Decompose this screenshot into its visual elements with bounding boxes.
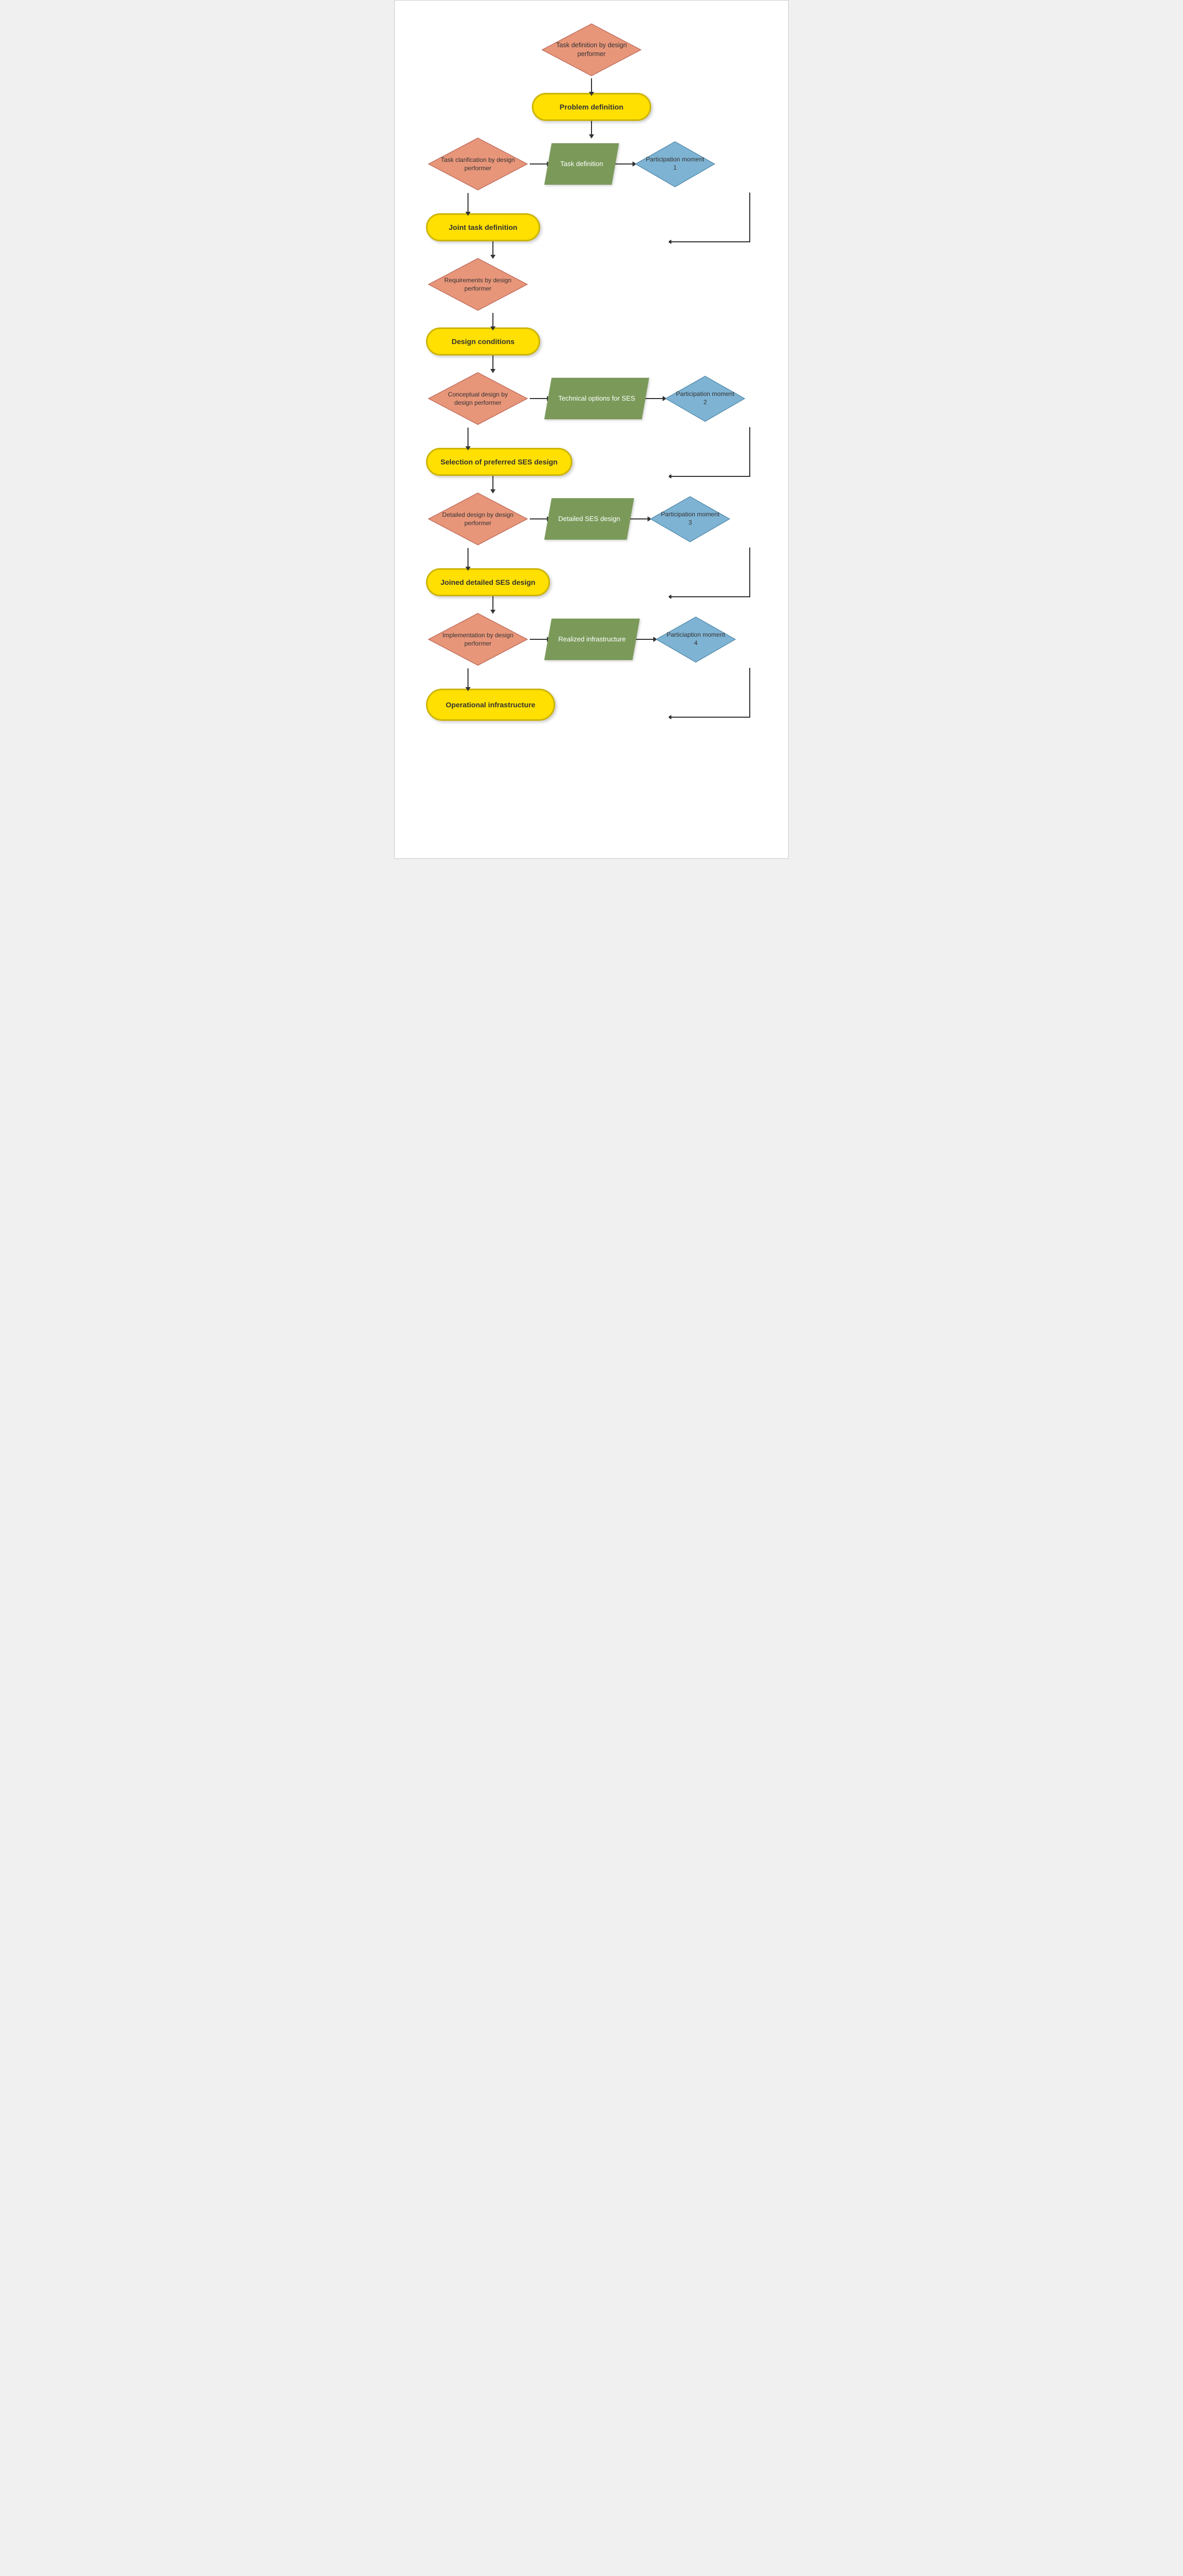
flowchart: Task definition by design performer Prob… [405,16,778,736]
participation-moment-3-node: Participation moment 3 [649,495,732,544]
detailed-ses-design-node: Detailed SES design [544,498,634,540]
page: Task definition by design performer Prob… [394,0,789,859]
participation-moment-1-node: Participation moment 1 [634,140,717,189]
detailed-design-node: Detailed design by design performer [426,490,530,547]
technical-options-node: Technical options for SES [544,378,649,419]
operational-infrastructure-node: Operational infrastructure [426,689,555,721]
feedback-line-3 [669,547,778,605]
task-clarification-node: Task clarification by design performer [426,135,530,193]
task-definition-doc-node: Task definition [544,143,619,185]
implementation-node: Implementation by design performer [426,611,530,668]
feedback-line-4 [669,668,778,725]
conceptual-design-node: Conceptual design by design performer [426,370,530,427]
participation-moment-2-node: Participation moment 2 [664,374,747,423]
design-conditions-node: Design conditions [426,327,540,355]
requirements-node: Requirements by design performer [426,256,530,313]
participation-moment-4-node: Particiaption moment 4 [654,615,737,664]
task-definition-node: Task definition by design performer [540,21,643,78]
realized-infrastructure-node: Realized infrastructure [544,619,640,660]
feedback-line-1 [669,193,778,250]
problem-definition-node: Problem definition [532,93,651,121]
selection-preferred-node: Selection of preferred SES design [426,448,572,476]
feedback-line-2 [669,427,778,484]
joint-task-definition-node: Joint task definition [426,213,540,241]
joined-detailed-node: Joined detailed SES design [426,568,550,596]
